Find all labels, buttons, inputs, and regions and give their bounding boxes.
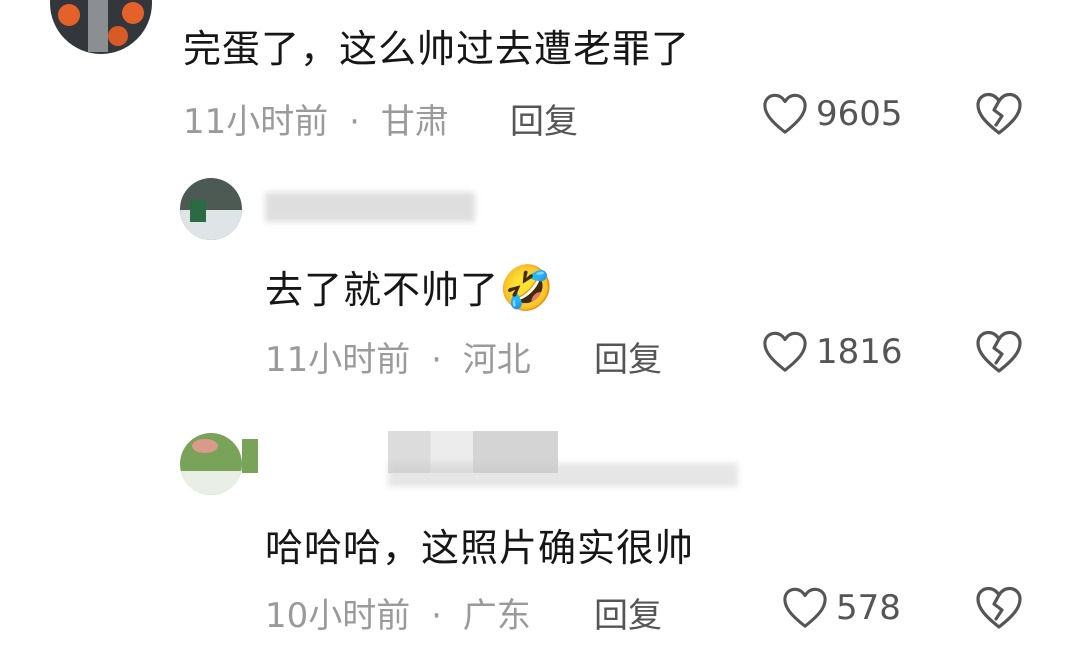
heart-outline-icon — [763, 93, 807, 134]
like-count: 9605 — [816, 94, 903, 134]
reply-item: 哈哈哈，这照片确实很帅 10小时前 · 广东 回复 578 — [0, 425, 1080, 654]
comment-text: 哈哈哈，这照片确实很帅 — [265, 526, 695, 570]
reply-button[interactable]: 回复 — [594, 332, 662, 381]
avatar-edge — [242, 439, 258, 473]
like-button[interactable]: 578 — [782, 586, 901, 630]
meta-separator: · — [349, 102, 360, 142]
comment-location: 广东 — [462, 596, 531, 636]
heart-outline-icon — [783, 587, 827, 628]
avatar[interactable] — [180, 433, 242, 495]
comment-location: 甘肃 — [380, 102, 449, 142]
reply-button[interactable]: 回复 — [510, 94, 578, 143]
meta-separator: · — [431, 596, 442, 636]
broken-heart-icon[interactable] — [975, 586, 1023, 630]
comment-text: 去了就不帅了🤣 — [265, 259, 555, 314]
like-count: 578 — [836, 588, 901, 628]
comment-item: 完蛋了，这么帅过去遭老罪了 11小时前 · 甘肃 回复 9605 — [0, 0, 1080, 150]
username-blurred — [265, 192, 475, 222]
like-count: 1816 — [816, 332, 903, 372]
comment-meta: 10小时前 · 广东 — [265, 588, 531, 637]
comment-text-body: 去了就不帅了 — [265, 268, 500, 312]
comment-location: 河北 — [462, 340, 531, 380]
like-button[interactable]: 9605 — [762, 92, 903, 136]
comment-time: 11小时前 — [183, 102, 329, 142]
meta-separator: · — [431, 340, 442, 380]
like-button[interactable]: 1816 — [762, 330, 903, 374]
user-badge-blurred — [388, 463, 738, 487]
comment-time: 10小时前 — [265, 596, 411, 636]
reply-item: 去了就不帅了🤣 11小时前 · 河北 回复 1816 — [0, 170, 1080, 390]
reply-button[interactable]: 回复 — [594, 588, 662, 637]
avatar[interactable] — [180, 178, 242, 240]
comment-meta: 11小时前 · 甘肃 — [183, 94, 449, 143]
comment-time: 11小时前 — [265, 340, 411, 380]
comment-meta: 11小时前 · 河北 — [265, 332, 531, 381]
heart-outline-icon — [763, 331, 807, 372]
avatar[interactable] — [50, 0, 152, 54]
emoji-laugh-cry: 🤣 — [499, 263, 555, 314]
broken-heart-icon[interactable] — [975, 92, 1023, 136]
comment-text: 完蛋了，这么帅过去遭老罪了 — [183, 27, 691, 71]
broken-heart-icon[interactable] — [975, 330, 1023, 374]
